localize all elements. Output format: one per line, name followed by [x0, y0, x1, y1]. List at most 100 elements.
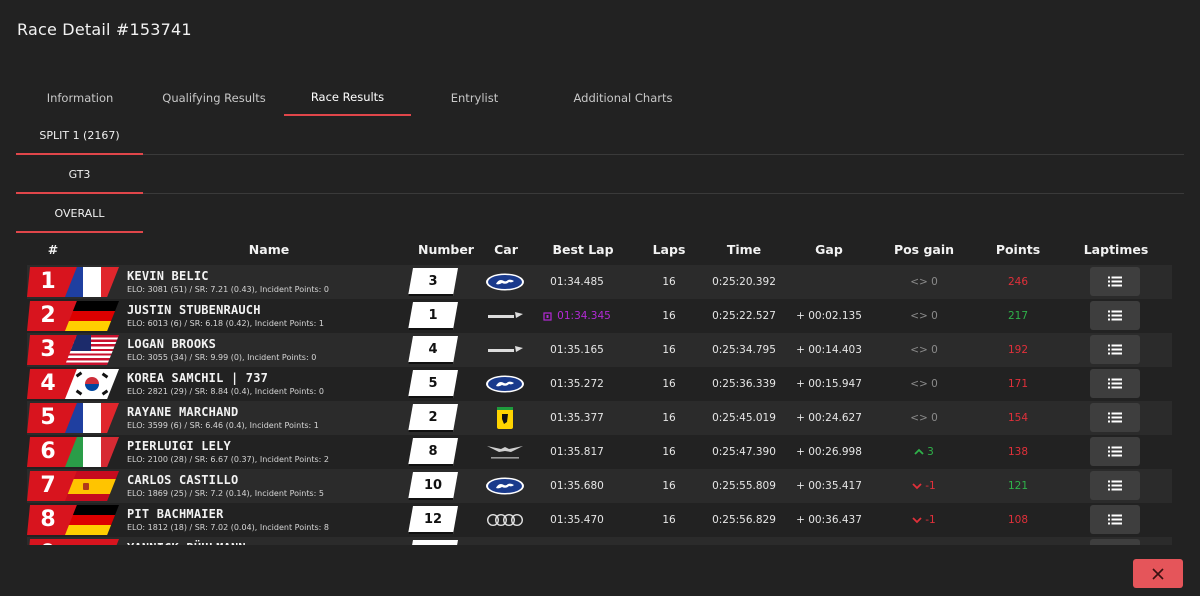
driver-info[interactable]: KOREA SAMCHIL | 737 ELO: 2821 (29) / SR:… [127, 370, 407, 398]
laps: 16 [662, 446, 676, 458]
close-button[interactable] [1133, 559, 1183, 588]
laptimes-button[interactable] [1090, 471, 1140, 500]
points: 246 [1007, 276, 1029, 288]
car-brand [483, 537, 527, 545]
laptimes-button[interactable] [1090, 369, 1140, 398]
table-row: 5 RAYANE MARCHAND ELO: 3599 (6) / SR: 6.… [27, 401, 1172, 435]
driver-info[interactable]: RAYANE MARCHAND ELO: 3599 (6) / SR: 6.46… [127, 404, 407, 432]
laps: 16 [662, 480, 676, 492]
ford-logo-icon [486, 375, 524, 393]
header-time: Time [726, 241, 762, 257]
driver-info[interactable]: YANNICK RÜHLMANN [127, 540, 407, 545]
position-badge: 2 [27, 301, 123, 331]
position-badge: 5 [27, 403, 123, 433]
driver-name: CARLOS CASTILLO [127, 473, 239, 487]
audi-logo-icon [486, 513, 524, 527]
list-icon [1108, 276, 1122, 287]
gap: + 00:36.437 [796, 514, 862, 526]
driver-info[interactable]: LOGAN BROOKS ELO: 3055 (34) / SR: 9.99 (… [127, 336, 407, 364]
driver-info[interactable]: CARLOS CASTILLO ELO: 1869 (25) / SR: 7.2… [127, 472, 407, 500]
points: 108 [1007, 514, 1029, 526]
position-number: 9 [33, 540, 63, 545]
car-brand [483, 503, 527, 537]
list-icon [1108, 344, 1122, 355]
position-badge: 1 [27, 267, 123, 297]
laptimes-button[interactable] [1090, 335, 1140, 364]
page-title: Race Detail #153741 [17, 20, 192, 39]
gap: + 00:14.403 [796, 344, 862, 356]
position-badge: 9 [27, 539, 123, 545]
pos-gain-value: 3 [927, 446, 934, 458]
laptimes-button[interactable] [1090, 267, 1140, 296]
gap: + 00:24.627 [796, 412, 862, 424]
header-name: Name [248, 241, 290, 257]
pos-gain: <> 0 [880, 299, 968, 333]
position-badge: 7 [27, 471, 123, 501]
car-number: 3 [408, 268, 458, 296]
ford-logo-icon [486, 477, 524, 495]
points [981, 537, 1055, 545]
pos-gain-value: <> 0 [910, 276, 938, 288]
header-number: Number [418, 241, 474, 257]
driver-stats: ELO: 6013 (6) / SR: 6.18 (0.42), Inciden… [127, 319, 324, 328]
class-selector[interactable]: GT3 [16, 156, 143, 194]
tab-information[interactable]: Information [16, 80, 144, 116]
list-icon [1108, 412, 1122, 423]
best-lap: 01:34.485 [550, 276, 604, 288]
pos-gain [880, 537, 968, 545]
total-time: 0:25:47.390 [712, 446, 776, 458]
fastest-lap-icon [543, 311, 552, 321]
best-lap: 01:35.680 [550, 480, 604, 492]
tab-race-results[interactable]: Race Results [284, 80, 411, 116]
pos-gain-value: <> 0 [910, 412, 938, 424]
aston-martin-logo-icon [487, 446, 523, 459]
car-brand [483, 367, 527, 401]
list-icon [1108, 446, 1122, 457]
table-row: 2 JUSTIN STUBENRAUCH ELO: 6013 (6) / SR:… [27, 299, 1172, 333]
car-brand [483, 435, 527, 469]
mclaren-logo-icon [488, 312, 523, 318]
tab-qualifying-results[interactable]: Qualifying Results [144, 80, 284, 116]
driver-name: PIERLUIGI LELY [127, 439, 231, 453]
close-icon [1152, 567, 1164, 580]
best-lap-cell: 01:35.470 [532, 503, 622, 537]
total-time: 0:25:45.019 [712, 412, 776, 424]
driver-stats: ELO: 3081 (51) / SR: 7.21 (0.43), Incide… [127, 285, 330, 294]
pos-gain: 3 [880, 435, 968, 469]
car-number: 2 [408, 404, 458, 432]
laps: 16 [662, 378, 676, 390]
laptimes-button[interactable] [1090, 539, 1140, 545]
ford-logo-icon [486, 273, 524, 291]
gap: + 00:02.135 [796, 310, 862, 322]
scope-selector[interactable]: OVERALL [16, 195, 143, 233]
driver-info[interactable]: JUSTIN STUBENRAUCH ELO: 6013 (6) / SR: 6… [127, 302, 407, 330]
header-pos: # [47, 241, 59, 257]
driver-stats: ELO: 1869 (25) / SR: 7.2 (0.14), Inciden… [127, 489, 324, 498]
split-selector[interactable]: SPLIT 1 (2167) [16, 117, 143, 155]
laptimes-button[interactable] [1090, 301, 1140, 330]
driver-info[interactable]: PIT BACHMAIER ELO: 1812 (18) / SR: 7.02 … [127, 506, 407, 534]
pos-gain: <> 0 [880, 333, 968, 367]
header-best-lap: Best Lap [552, 241, 614, 257]
position-number: 6 [40, 439, 56, 464]
laps: 16 [662, 276, 676, 288]
position-badge: 4 [27, 369, 123, 399]
tab-additional-charts[interactable]: Additional Charts [538, 80, 708, 116]
best-lap: 01:35.165 [550, 344, 604, 356]
header-gap: Gap [815, 241, 843, 257]
header-laptimes: Laptimes [1083, 241, 1149, 257]
laptimes-button[interactable] [1090, 505, 1140, 534]
tab-entrylist[interactable]: Entrylist [411, 80, 538, 116]
mclaren-logo-icon [488, 346, 523, 352]
driver-info[interactable]: PIERLUIGI LELY ELO: 2100 (28) / SR: 6.67… [127, 438, 407, 466]
driver-name: JUSTIN STUBENRAUCH [127, 303, 261, 317]
driver-stats: ELO: 3599 (6) / SR: 6.46 (0.4), Incident… [127, 421, 319, 430]
best-lap: 01:34.345 [557, 310, 611, 322]
points: 217 [1007, 310, 1029, 322]
laptimes-button[interactable] [1090, 403, 1140, 432]
total-time: 0:25:56.829 [712, 514, 776, 526]
header-laps: Laps [652, 241, 686, 257]
best-lap-cell: 01:34.485 [532, 265, 622, 299]
laptimes-button[interactable] [1090, 437, 1140, 466]
driver-info[interactable]: KEVIN BELIC ELO: 3081 (51) / SR: 7.21 (0… [127, 268, 407, 296]
